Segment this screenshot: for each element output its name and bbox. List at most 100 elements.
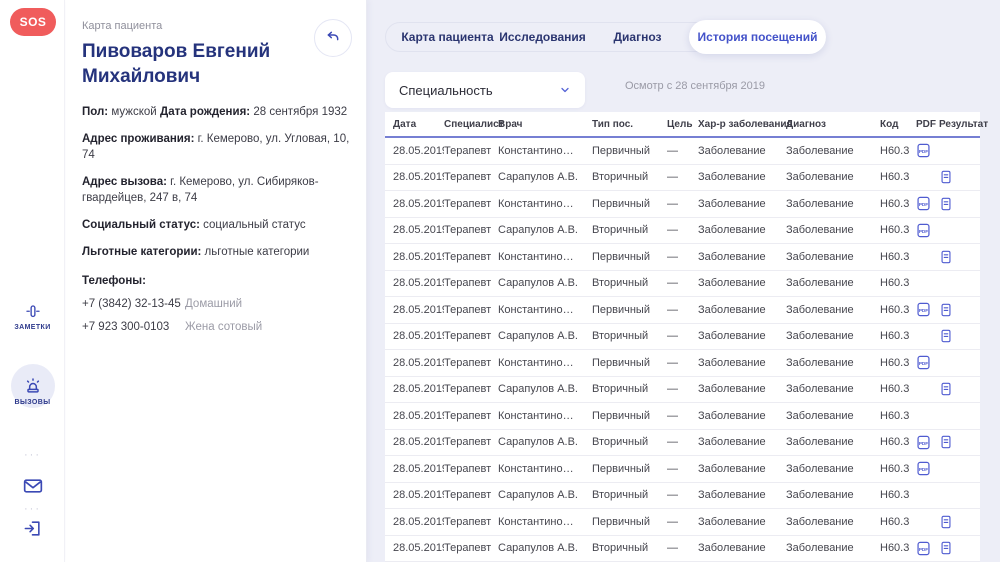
- pdf-document-icon[interactable]: PDF: [916, 302, 939, 317]
- cell-doctor: Константино…: [498, 516, 592, 528]
- table-row[interactable]: 28.05.2019 Терапевт Константино… Первичн…: [385, 297, 980, 324]
- back-button[interactable]: [314, 19, 352, 57]
- cell-specialist: Терапевт: [444, 277, 498, 289]
- pdf-document-icon[interactable]: PDF: [916, 223, 939, 238]
- table-row[interactable]: 28.05.2019 Терапевт Сарапулов А.В. Втори…: [385, 536, 980, 562]
- result-document-icon: [939, 276, 980, 290]
- table-row[interactable]: 28.05.2019 Терапевт Сарапулов А.В. Втори…: [385, 218, 980, 245]
- cell-goal: —: [667, 516, 698, 528]
- pdf-document-icon: PDF: [916, 249, 939, 264]
- cell-date: 28.05.2019: [393, 436, 444, 448]
- pdf-document-icon[interactable]: PDF: [916, 355, 939, 370]
- cell-disease-nature: Заболевание: [698, 145, 786, 157]
- cell-date: 28.05.2019: [393, 463, 444, 475]
- pdf-document-icon[interactable]: PDF: [916, 435, 939, 450]
- cell-visit-type: Первичный: [592, 251, 667, 263]
- specialty-dropdown[interactable]: Специальность: [385, 72, 585, 108]
- table-row[interactable]: 28.05.2019 Терапевт Константино… Первичн…: [385, 350, 980, 377]
- tab-diagnosis[interactable]: Диагноз: [590, 30, 685, 44]
- residence-address-field: Адрес проживания: г. Кемерово, ул. Углов…: [82, 131, 350, 163]
- table-row[interactable]: 28.05.2019 Терапевт Константино… Первичн…: [385, 191, 980, 218]
- result-document-icon[interactable]: [939, 250, 980, 264]
- cell-diagnosis: Заболевание: [786, 330, 880, 342]
- cell-goal: —: [667, 383, 698, 395]
- result-document-icon[interactable]: [939, 382, 980, 396]
- cell-goal: —: [667, 145, 698, 157]
- sidebar-item-logout[interactable]: [0, 519, 65, 538]
- cell-code: H60.3: [880, 516, 916, 528]
- result-document-icon[interactable]: [939, 329, 980, 343]
- table-row[interactable]: 28.05.2019 Терапевт Сарапулов А.В. Втори…: [385, 324, 980, 351]
- cell-disease-nature: Заболевание: [698, 516, 786, 528]
- tab-patient-card[interactable]: Карта пациента: [400, 30, 495, 44]
- cell-disease-nature: Заболевание: [698, 304, 786, 316]
- pdf-document-icon[interactable]: PDF: [916, 461, 939, 476]
- cell-visit-type: Вторичный: [592, 489, 667, 501]
- tab-visit-history[interactable]: История посещений: [689, 20, 826, 54]
- table-row[interactable]: 28.05.2019 Терапевт Сарапулов А.В. Втори…: [385, 483, 980, 510]
- pdf-document-icon[interactable]: PDF: [916, 143, 939, 158]
- table-row[interactable]: 28.05.2019 Терапевт Константино… Первичн…: [385, 138, 980, 165]
- logout-icon: [23, 519, 42, 538]
- cell-code: H60.3: [880, 251, 916, 263]
- sidebar-item-notes[interactable]: ЗАМЕТКИ: [0, 303, 65, 331]
- cell-doctor: Константино…: [498, 145, 592, 157]
- cell-visit-type: Вторичный: [592, 436, 667, 448]
- tab-research[interactable]: Исследования: [495, 30, 590, 44]
- cell-doctor: Константино…: [498, 251, 592, 263]
- sidebar-item-label: ВЫЗОВЫ: [15, 399, 51, 406]
- cell-code: H60.3: [880, 357, 916, 369]
- cell-disease-nature: Заболевание: [698, 198, 786, 210]
- cell-date: 28.05.2019: [393, 330, 444, 342]
- cell-doctor: Сарапулов А.В.: [498, 542, 592, 554]
- phone-type: Домашний: [185, 296, 242, 312]
- cell-diagnosis: Заболевание: [786, 304, 880, 316]
- phones-label: Телефоны:: [82, 273, 350, 289]
- cell-date: 28.05.2019: [393, 171, 444, 183]
- cell-disease-nature: Заболевание: [698, 357, 786, 369]
- sidebar-item-mail[interactable]: [0, 478, 65, 494]
- cell-diagnosis: Заболевание: [786, 357, 880, 369]
- sidebar-item-label: ЗАМЕТКИ: [14, 324, 50, 331]
- svg-text:PDF: PDF: [919, 467, 928, 472]
- cell-doctor: Сарапулов А.В.: [498, 330, 592, 342]
- svg-text:PDF: PDF: [919, 361, 928, 366]
- cell-diagnosis: Заболевание: [786, 542, 880, 554]
- table-row[interactable]: 28.05.2019 Терапевт Константино… Первичн…: [385, 456, 980, 483]
- cell-diagnosis: Заболевание: [786, 198, 880, 210]
- table-row[interactable]: 28.05.2019 Терапевт Сарапулов А.В. Втори…: [385, 377, 980, 404]
- cell-disease-nature: Заболевание: [698, 542, 786, 554]
- table-row[interactable]: 28.05.2019 Терапевт Сарапулов А.В. Втори…: [385, 165, 980, 192]
- call-address-field: Адрес вызова: г. Кемерово, ул. Сибиряков…: [82, 174, 350, 206]
- cell-disease-nature: Заболевание: [698, 383, 786, 395]
- cell-disease-nature: Заболевание: [698, 463, 786, 475]
- cell-code: H60.3: [880, 198, 916, 210]
- sidebar-item-calls[interactable]: ВЫЗОВЫ: [0, 364, 65, 406]
- result-document-icon[interactable]: [939, 170, 980, 184]
- phone-number: +7 923 300-0103: [82, 319, 185, 335]
- cell-visit-type: Первичный: [592, 357, 667, 369]
- pdf-document-icon[interactable]: PDF: [916, 541, 939, 556]
- table-row[interactable]: 28.05.2019 Терапевт Константино… Первичн…: [385, 244, 980, 271]
- result-document-icon[interactable]: [939, 541, 980, 555]
- result-document-icon[interactable]: [939, 515, 980, 529]
- result-document-icon[interactable]: [939, 435, 980, 449]
- result-document-icon[interactable]: [939, 303, 980, 317]
- table-row[interactable]: 28.05.2019 Терапевт Константино… Первичн…: [385, 403, 980, 430]
- cell-specialist: Терапевт: [444, 304, 498, 316]
- result-document-icon: [939, 223, 980, 237]
- cell-visit-type: Вторичный: [592, 383, 667, 395]
- cell-date: 28.05.2019: [393, 145, 444, 157]
- cell-visit-type: Первичный: [592, 304, 667, 316]
- cell-code: H60.3: [880, 542, 916, 554]
- sos-button[interactable]: SOS: [10, 8, 56, 36]
- table-row[interactable]: 28.05.2019 Терапевт Константино… Первичн…: [385, 509, 980, 536]
- pdf-document-icon[interactable]: PDF: [916, 196, 939, 211]
- svg-text:PDF: PDF: [919, 229, 928, 234]
- table-row[interactable]: 28.05.2019 Терапевт Сарапулов А.В. Втори…: [385, 271, 980, 298]
- chevron-down-icon: [559, 84, 571, 96]
- result-document-icon: [939, 462, 980, 476]
- result-document-icon[interactable]: [939, 197, 980, 211]
- table-row[interactable]: 28.05.2019 Терапевт Сарапулов А.В. Втори…: [385, 430, 980, 457]
- app-window: SOS ЗАМЕТКИ ВЫЗОВЫ ···: [0, 0, 1000, 562]
